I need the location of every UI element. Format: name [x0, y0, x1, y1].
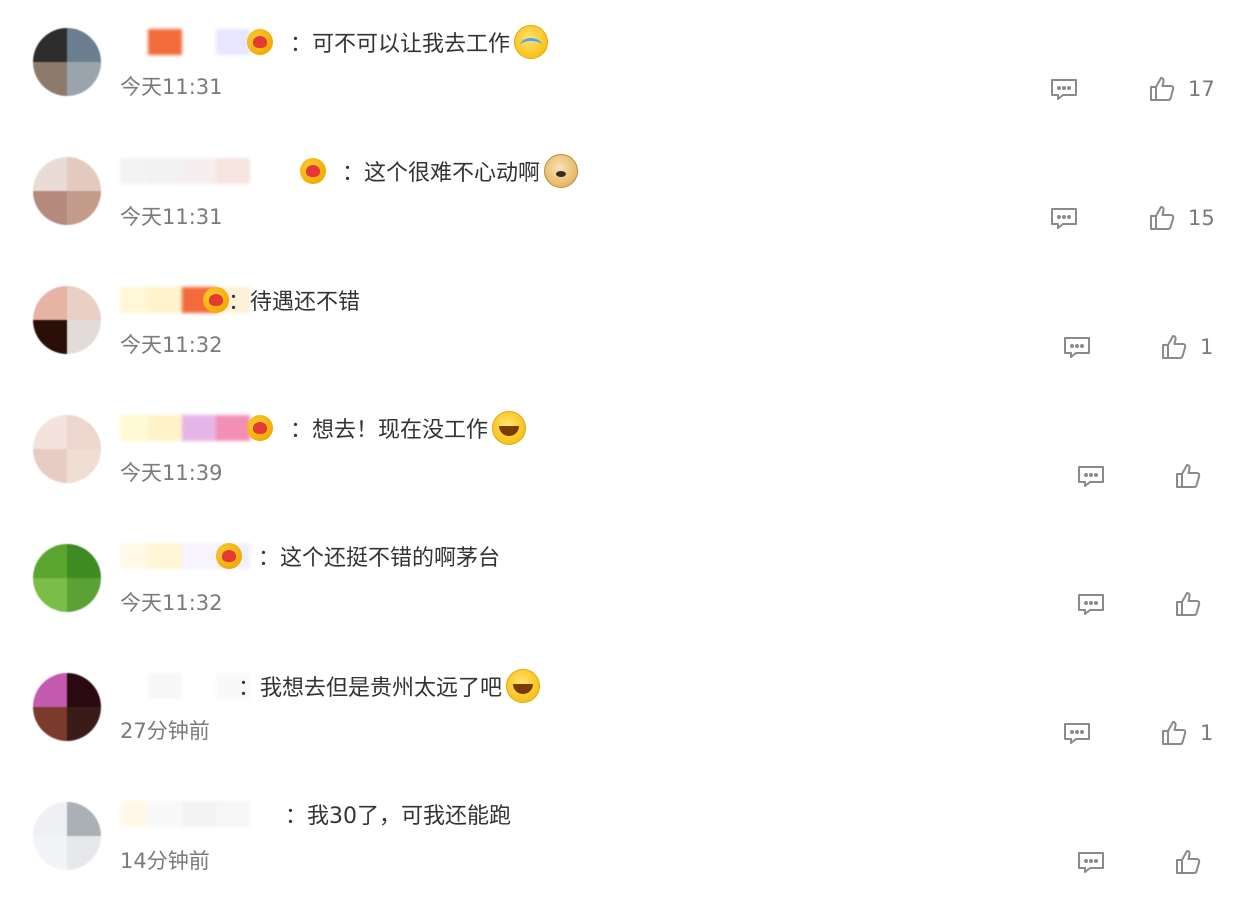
like-thumb-icon[interactable] — [1160, 333, 1188, 365]
user-avatar[interactable] — [33, 544, 101, 612]
comment-body: ：这个很难不心动啊 — [342, 161, 541, 186]
user-avatar[interactable] — [33, 802, 101, 870]
reply-comment-icon[interactable] — [1076, 592, 1106, 622]
comment-text: ：我想去但是贵州太远了吧 — [238, 669, 541, 703]
reply-comment-icon[interactable] — [1062, 335, 1092, 365]
comment-body: ：想去！现在没工作 — [290, 418, 489, 443]
user-avatar[interactable] — [33, 415, 101, 483]
comment-time: 今天11:39 — [120, 461, 223, 485]
comment-time: 今天11:32 — [120, 591, 223, 615]
user-avatar[interactable] — [33, 157, 101, 225]
username-blurred[interactable] — [120, 799, 250, 829]
like-thumb-icon[interactable] — [1160, 719, 1188, 751]
fan-badge-icon — [300, 158, 326, 184]
comment-time: 27分钟前 — [120, 719, 210, 743]
comment-time: 今天11:31 — [120, 205, 223, 229]
username-blurred[interactable] — [120, 156, 250, 186]
fan-badge-icon — [247, 415, 273, 441]
like-thumb-icon[interactable] — [1174, 590, 1202, 622]
like-count: 1 — [1200, 721, 1214, 745]
user-avatar[interactable] — [33, 286, 101, 354]
username-blurred[interactable] — [120, 671, 250, 701]
doge-emoji — [544, 154, 579, 188]
laugh-emoji — [506, 669, 541, 703]
comment-text: ：待遇还不错 — [228, 285, 360, 315]
fan-badge-icon — [216, 543, 242, 569]
fan-badge-icon — [203, 287, 229, 313]
reply-comment-icon[interactable] — [1062, 721, 1092, 751]
comment-time: 今天11:32 — [120, 333, 223, 357]
like-count: 15 — [1188, 206, 1215, 230]
comment-item: ：我30了，可我还能跑 14分钟前 — [0, 0, 1250, 874]
comment-text: ：这个还挺不错的啊茅台 — [258, 541, 500, 571]
comment-text: ：这个很难不心动啊 — [342, 154, 579, 188]
username-blurred[interactable] — [120, 413, 250, 443]
like-thumb-icon[interactable] — [1174, 462, 1202, 494]
comment-body: ：我30了，可我还能跑 — [285, 804, 511, 829]
comment-body: ：这个还挺不错的啊茅台 — [258, 546, 501, 571]
comment-text: ：我30了，可我还能跑 — [285, 799, 511, 829]
reply-comment-icon[interactable] — [1076, 464, 1106, 494]
reply-comment-icon[interactable] — [1076, 850, 1106, 880]
like-count: 1 — [1200, 335, 1214, 359]
laugh-emoji — [492, 411, 527, 445]
comment-body: ：我想去但是贵州太远了吧 — [238, 676, 503, 701]
comment-text: ：想去！现在没工作 — [290, 411, 527, 445]
reply-comment-icon[interactable] — [1049, 206, 1079, 236]
comment-body: ：待遇还不错 — [228, 290, 361, 315]
like-thumb-icon[interactable] — [1174, 848, 1202, 880]
comment-time: 14分钟前 — [120, 849, 210, 873]
like-thumb-icon[interactable] — [1148, 204, 1176, 236]
user-avatar[interactable] — [33, 673, 101, 741]
